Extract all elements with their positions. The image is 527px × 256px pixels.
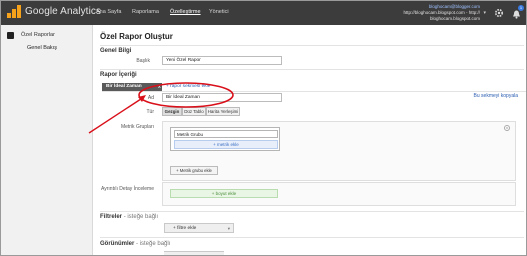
add-metric-group-button[interactable]: + Metrik grubu ekle [170, 166, 218, 175]
dimension-drilldown-panel: + boyut ekle [162, 182, 516, 206]
views-dropdown[interactable] [164, 251, 224, 255]
add-filter-label: + filtre ekle [173, 226, 197, 231]
analytics-logo[interactable]: Google Analytics [7, 5, 101, 18]
type-label: Tür [146, 109, 155, 115]
chevron-down-icon[interactable]: ▾ [483, 10, 486, 16]
drilldown-label: Ayrıntılı Detay İnceleme [101, 186, 154, 192]
sidebar: Özel Raporlar Genel Bakış [1, 25, 93, 255]
add-dimension-button[interactable]: + boyut ekle [170, 189, 278, 198]
metric-group: Metrik Grubu + metrik ekle [170, 127, 280, 151]
close-icon[interactable]: x [158, 83, 161, 91]
name-label: Ad [147, 95, 154, 101]
top-bar: Google Analytics Ana Sayfa Raporlama Öze… [1, 1, 526, 25]
report-tab-label: Bir İdeal Zaman [106, 84, 142, 89]
divider [100, 69, 524, 70]
remove-icon[interactable]: x [504, 125, 510, 131]
tab-name-input[interactable]: Bir İdeal Zaman [162, 93, 282, 102]
logo-text: Google Analytics [25, 6, 102, 17]
add-report-tab-link[interactable]: + rapor sekmesi ekle [166, 84, 210, 89]
views-optional: - isteğe bağlı [136, 241, 171, 247]
divider [102, 91, 526, 92]
title-input[interactable]: Yeni Özel Rapor [162, 56, 282, 65]
nav-customization[interactable]: Özelleştirme [170, 9, 201, 15]
metric-groups-panel: x Metrik Grubu + metrik ekle + Metrik gr… [162, 121, 516, 181]
notification-badge: 1 [518, 5, 524, 11]
views-title: Görünümler [100, 241, 135, 247]
filters-optional: - isteğe bağlı [123, 214, 159, 220]
metric-group-name-input[interactable]: Metrik Grubu [174, 130, 278, 138]
nav-reporting[interactable]: Raporlama [132, 9, 159, 15]
nav-admin[interactable]: Yönetici [209, 9, 229, 15]
analytics-logo-icon [7, 5, 22, 18]
account-switcher[interactable]: bloghocam@blogger.com http://bloghocam.b… [403, 4, 480, 22]
report-tab-active[interactable]: Bir İdeal Zaman x [102, 83, 162, 91]
general-info-heading: Genel Bilgi [100, 48, 132, 54]
copy-tab-link[interactable]: Bu sekmeyi kopyala [474, 93, 518, 99]
filters-heading: Filtreler - isteğe bağlı [100, 214, 158, 220]
main-content: Özel Rapor Oluştur Genel Bilgi Başlık Ye… [94, 25, 526, 255]
sidebar-section-label: Özel Raporlar [21, 32, 55, 38]
sidebar-item-overview[interactable]: Genel Bakış [27, 45, 57, 51]
report-content-heading: Rapor İçeriği [100, 72, 137, 78]
type-explorer-button[interactable]: Gezgin [162, 107, 182, 116]
filters-title: Filtreler [100, 214, 123, 220]
type-map-overlay-button[interactable]: Harita Yerleşimi [206, 107, 240, 116]
gear-icon[interactable] [494, 8, 504, 18]
metric-groups-label: Metrik Grupları [120, 124, 154, 130]
type-flat-table-button[interactable]: Düz Tablo [182, 107, 206, 116]
chevron-down-icon: ▾ [227, 226, 230, 231]
divider [100, 45, 524, 46]
title-label: Başlık [136, 58, 150, 64]
views-heading: Görünümler - isteğe bağlı [100, 241, 170, 247]
divider [100, 211, 524, 212]
bell-icon[interactable]: 1 [511, 5, 524, 19]
divider [100, 237, 524, 238]
add-metric-button[interactable]: + metrik ekle [174, 140, 278, 149]
account-url-2: bloghocam.blogspot.com [429, 16, 480, 21]
add-filter-dropdown[interactable]: + filtre ekle ▾ [164, 223, 234, 233]
page-title: Özel Rapor Oluştur [100, 32, 173, 41]
sidebar-section-custom-reports[interactable]: Özel Raporlar [1, 29, 93, 42]
nav-home[interactable]: Ana Sayfa [96, 9, 121, 15]
reports-icon [7, 32, 14, 39]
app-window: Google Analytics Ana Sayfa Raporlama Öze… [0, 0, 527, 256]
